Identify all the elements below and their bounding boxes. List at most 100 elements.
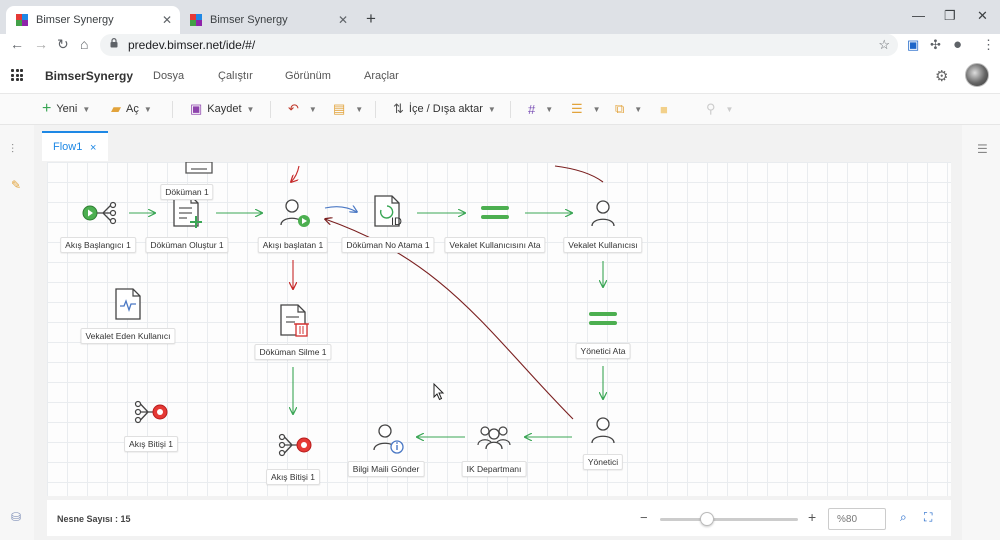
restore-icon[interactable]: ❐ — [944, 8, 956, 24]
node-label[interactable]: Döküman No Atama 1 — [341, 237, 435, 253]
reload-icon[interactable]: ↻ — [57, 36, 69, 53]
user-group-icon — [477, 426, 511, 450]
grid-toggle-button[interactable]: # ▼ — [528, 101, 553, 117]
tab-flow1[interactable]: Flow1 × — [42, 131, 108, 161]
clipboard-button[interactable]: ▤ ▼ — [333, 101, 363, 117]
menu-gorunum[interactable]: Görünüm — [285, 70, 331, 82]
translate-icon[interactable]: ▣ — [907, 37, 919, 53]
chevron-down-icon: ▼ — [634, 104, 643, 114]
more-menu-icon[interactable]: ⋮ — [982, 37, 995, 53]
browser-tab[interactable]: Bimser Synergy ✕ — [6, 6, 180, 34]
browser-tab[interactable]: Bimser Synergy ✕ — [180, 6, 356, 34]
properties-icon[interactable]: ✎ — [11, 178, 21, 192]
close-icon[interactable]: × — [90, 142, 96, 154]
new-button[interactable]: + Yeni ▼ — [42, 100, 91, 117]
flow-end-icon — [278, 433, 312, 457]
lock-icon: ■ — [660, 101, 668, 117]
node-label[interactable]: Vekalet Eden Kullanıcı — [80, 328, 176, 344]
tree-icon: ⚲ — [706, 101, 716, 116]
flow-diagram: ID — [82, 162, 617, 457]
back-icon[interactable]: ← — [10, 36, 24, 52]
app-favicon-icon — [16, 14, 28, 26]
node-label[interactable]: Döküman Oluştur 1 — [145, 237, 229, 253]
document-id-icon: ID — [374, 195, 402, 228]
chevron-down-icon: ▼ — [308, 104, 317, 114]
zoom-input[interactable]: %80 — [828, 508, 886, 530]
node-label[interactable]: Bilgi Maili Gönder — [347, 461, 425, 477]
settings-gear-icon[interactable]: ⚙ — [935, 67, 948, 85]
status-bar: Nesne Sayısı : 15 − + %80 ⌕ ⛶ — [47, 500, 951, 536]
node-label[interactable]: Vekalet Kullanıcısını Ata — [444, 237, 546, 253]
debug-icon[interactable]: ⛁ — [11, 510, 21, 524]
node-label[interactable]: Döküman 1 — [160, 184, 214, 200]
menu-calistir[interactable]: Çalıştır — [218, 70, 253, 82]
node-label[interactable]: IK Departmanı — [461, 461, 527, 477]
save-label: Kaydet — [207, 103, 242, 115]
profile-icon[interactable]: ● — [953, 36, 962, 53]
zoom-in-button[interactable]: + — [808, 509, 816, 525]
open-button[interactable]: ▰ Aç ▼ — [111, 101, 152, 117]
import-export-icon: ⇅ — [393, 101, 404, 116]
chevron-down-icon: ▼ — [487, 104, 496, 114]
connector-arrow — [291, 165, 300, 182]
bookmark-star-icon[interactable]: ☆ — [878, 37, 890, 53]
new-tab-icon[interactable]: + — [366, 9, 376, 29]
toolbox-icon[interactable]: ⫶ — [11, 142, 14, 157]
chevron-down-icon: ▼ — [82, 104, 91, 114]
node-label[interactable]: Yönetici — [582, 454, 624, 470]
new-label: Yeni — [56, 103, 78, 115]
zoom-slider-track[interactable] — [660, 518, 798, 521]
flow-start-icon — [82, 201, 117, 225]
lock-icon — [110, 38, 118, 48]
close-window-icon[interactable]: ✕ — [977, 8, 988, 24]
document-icon — [185, 162, 213, 174]
arrange-button[interactable]: ⧉ ▼ — [615, 101, 642, 117]
undo-icon: ↶ — [288, 101, 299, 116]
zoom-out-button[interactable]: − — [640, 510, 648, 525]
node-label[interactable]: Akış Bitişi 1 — [266, 469, 320, 485]
node-label[interactable]: Akışı başlatan 1 — [257, 237, 329, 253]
minimize-icon[interactable]: — — [912, 8, 925, 23]
close-tab-icon[interactable]: ✕ — [338, 13, 348, 27]
fit-to-screen-icon[interactable]: ⛶ — [924, 510, 932, 525]
menu-dosya[interactable]: Dosya — [153, 70, 184, 82]
node-label[interactable]: Döküman Silme 1 — [254, 344, 332, 360]
chevron-down-icon: ▼ — [725, 104, 734, 114]
open-label: Aç — [126, 103, 139, 115]
zoom-slider-thumb[interactable] — [700, 512, 714, 526]
toolbar-divider — [172, 101, 173, 118]
node-label[interactable]: Akış Başlangıcı 1 — [60, 237, 136, 253]
tab-flow1-label: Flow1 — [53, 141, 83, 153]
outline-panel-icon[interactable]: ☰ — [977, 142, 988, 156]
flow-canvas[interactable]: ID Döküman 1 Akış Başlangıcı 1 Döküman O… — [47, 162, 951, 496]
extensions-icon[interactable]: ✣ — [930, 37, 941, 53]
chevron-down-icon: ▼ — [143, 104, 152, 114]
user-avatar[interactable] — [965, 63, 989, 87]
browser-tab-title: Bimser Synergy — [210, 14, 288, 26]
forward-icon[interactable]: → — [34, 36, 48, 52]
import-export-button[interactable]: ⇅ İçe / Dışa aktar ▼ — [393, 101, 496, 117]
zoom-search-icon[interactable]: ⌕ — [900, 510, 907, 525]
left-rail: ⫶ ✎ ⛁ — [0, 125, 34, 540]
document-delete-icon — [280, 304, 309, 337]
node-label[interactable]: Vekalet Kullanıcısı — [563, 237, 643, 253]
node-label[interactable]: Yönetici Ata — [575, 343, 631, 359]
save-button[interactable]: ▣ Kaydet ▼ — [190, 101, 254, 117]
grid-icon: # — [528, 101, 536, 117]
user-icon — [591, 200, 615, 227]
layout-button[interactable]: ⚲ ▼ — [706, 101, 733, 117]
editor-toolbar: + Yeni ▼ ▰ Aç ▼ ▣ Kaydet ▼ ↶ ▼ ▤ ▼ ⇅ İçe… — [0, 94, 1000, 125]
svg-text:ID: ID — [391, 216, 402, 228]
node-label[interactable]: Akış Bitişi 1 — [124, 436, 178, 452]
align-icon: ☰ — [571, 101, 583, 116]
address-bar[interactable]: predev.bimser.net/ide/#/ ☆ — [100, 34, 898, 56]
zoom-value: %80 — [837, 514, 858, 525]
arrange-icon: ⧉ — [615, 101, 625, 116]
home-icon[interactable]: ⌂ — [80, 36, 88, 52]
apps-grid-icon[interactable] — [11, 69, 23, 81]
menu-araclar[interactable]: Araçlar — [364, 70, 399, 82]
align-button[interactable]: ☰ ▼ — [571, 101, 601, 117]
undo-button[interactable]: ↶ ▼ — [288, 101, 317, 117]
close-tab-icon[interactable]: ✕ — [162, 13, 172, 27]
lock-button[interactable]: ■ — [660, 101, 673, 117]
